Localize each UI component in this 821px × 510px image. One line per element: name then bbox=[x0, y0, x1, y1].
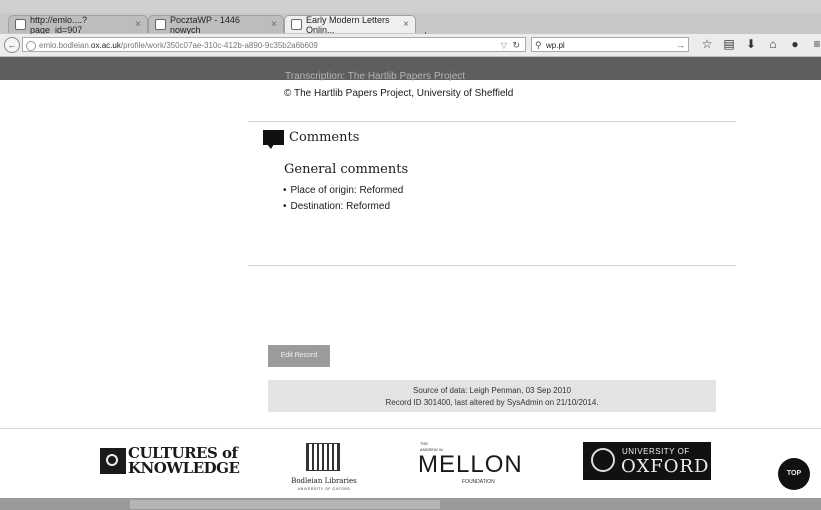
mellon-foundation-logo[interactable]: THE ANDREW W. MELLON FOUNDATION bbox=[418, 441, 522, 489]
url-domain-prefix: emlo.bodleian. bbox=[39, 41, 92, 50]
divider bbox=[248, 265, 736, 266]
close-tab-icon[interactable]: × bbox=[271, 19, 277, 30]
home-icon[interactable]: ⌂ bbox=[762, 37, 784, 52]
source-line: Source of data: Leigh Penman, 03 Sep 201… bbox=[413, 386, 571, 395]
divider bbox=[248, 121, 736, 122]
toolbar-icons: ☆ ▤ ⬇ ⌂ ● ≡ bbox=[696, 37, 821, 52]
url-domain: ox.ac.uk bbox=[91, 41, 121, 50]
bodleian-subtitle: UNIVERSITY OF OXFORD bbox=[297, 487, 351, 491]
tab-emlo-page[interactable]: http://emlo....?page_id=907 × bbox=[8, 14, 148, 35]
oxford-crest-icon bbox=[591, 448, 615, 472]
footer: CULTURES of KNOWLEDGE Bodleian Libraries… bbox=[0, 428, 821, 499]
comment-text: Destination: Reformed bbox=[290, 201, 391, 212]
general-comments-heading: General comments bbox=[284, 162, 409, 177]
comment-text: Place of origin: Reformed bbox=[290, 185, 404, 196]
transcription-line: Transcription: The Hartlib Papers Projec… bbox=[285, 71, 466, 82]
url-bar[interactable]: emlo.bodleian.ox.ac.uk/profile/work/350c… bbox=[22, 37, 526, 52]
download-icon[interactable]: ⬇ bbox=[740, 37, 762, 52]
search-input[interactable]: ⚲ wp.pl → bbox=[531, 37, 689, 52]
list-item: Place of origin: Reformed bbox=[283, 185, 404, 196]
record-line: Record ID 301400, last altered by SysAdm… bbox=[385, 398, 599, 407]
search-value: wp.pl bbox=[546, 41, 565, 50]
chat-icon[interactable]: ● bbox=[784, 37, 806, 52]
taskbar-item[interactable] bbox=[130, 500, 236, 509]
lock-icon bbox=[26, 41, 36, 51]
cultures-of-knowledge-logo[interactable]: CULTURES of KNOWLEDGE bbox=[100, 445, 240, 479]
tab-early-modern-letters[interactable]: Early Modern Letters Onlin... × bbox=[284, 14, 416, 35]
wp-favicon-icon bbox=[155, 19, 166, 30]
search-icon: ⚲ bbox=[535, 40, 542, 50]
bodleian-libraries-logo[interactable]: Bodleian Libraries UNIVERSITY OF OXFORD bbox=[288, 443, 360, 495]
window-title-strip bbox=[0, 0, 821, 14]
cok-emblem-icon bbox=[100, 448, 126, 474]
oxford-word: OXFORD bbox=[621, 456, 710, 477]
tab-label: PocztaWP - 1446 nowych bbox=[170, 14, 240, 35]
back-arrow-icon[interactable]: ← bbox=[4, 37, 20, 53]
mellon-the: THE bbox=[420, 441, 428, 446]
page-favicon-icon bbox=[15, 19, 26, 30]
cok-line2: KNOWLEDGE bbox=[128, 459, 240, 477]
tab-label: http://emlo....?page_id=907 bbox=[30, 14, 88, 35]
os-taskbar bbox=[0, 498, 821, 510]
mellon-word: MELLON bbox=[418, 451, 523, 478]
mellon-foundation: FOUNDATION bbox=[462, 479, 495, 485]
star-icon[interactable]: ☆ bbox=[696, 37, 718, 52]
comment-icon bbox=[263, 130, 284, 149]
edit-record-button[interactable]: Edit Record bbox=[268, 345, 330, 367]
oxford-university-of: UNIVERSITY OF bbox=[622, 447, 690, 456]
menu-icon[interactable]: ≡ bbox=[806, 37, 821, 52]
copyright-text: © The Hartlib Papers Project, University… bbox=[284, 88, 514, 99]
source-info-box: Source of data: Leigh Penman, 03 Sep 201… bbox=[268, 380, 716, 412]
url-dropdown-icon[interactable]: ▽ bbox=[501, 38, 507, 51]
tab-label: Early Modern Letters Onlin... bbox=[306, 14, 390, 35]
tab-bar: http://emlo....?page_id=907 × PocztaWP -… bbox=[0, 13, 821, 42]
close-tab-icon[interactable]: × bbox=[403, 19, 409, 30]
close-tab-icon[interactable]: × bbox=[135, 19, 141, 30]
reload-icon[interactable]: ↻ bbox=[512, 38, 520, 51]
comments-list: Place of origin: Reformed Destination: R… bbox=[283, 185, 404, 217]
bodleian-name: Bodleian Libraries bbox=[291, 477, 357, 485]
comments-heading: Comments bbox=[289, 130, 360, 145]
taskbar-item[interactable] bbox=[338, 500, 440, 509]
navigation-bar: ← emlo.bodleian.ox.ac.uk/profile/work/35… bbox=[0, 34, 821, 57]
university-of-oxford-logo[interactable]: UNIVERSITY OF OXFORD bbox=[583, 442, 711, 480]
tab-poczta[interactable]: PocztaWP - 1446 nowych × bbox=[148, 14, 284, 35]
back-to-top-button[interactable]: TOP bbox=[778, 458, 810, 490]
bookmarks-icon[interactable]: ▤ bbox=[718, 37, 740, 52]
url-path: /profile/work/350c07ae-310c-412b-a890-9c… bbox=[120, 41, 318, 50]
page-content: Transcription: The Hartlib Papers Projec… bbox=[0, 71, 821, 428]
search-go-icon[interactable]: → bbox=[676, 38, 685, 53]
list-item: Destination: Reformed bbox=[283, 201, 403, 212]
emlo-favicon-icon bbox=[291, 19, 302, 30]
bodleian-building-icon bbox=[306, 443, 340, 471]
taskbar-item[interactable] bbox=[236, 500, 338, 509]
